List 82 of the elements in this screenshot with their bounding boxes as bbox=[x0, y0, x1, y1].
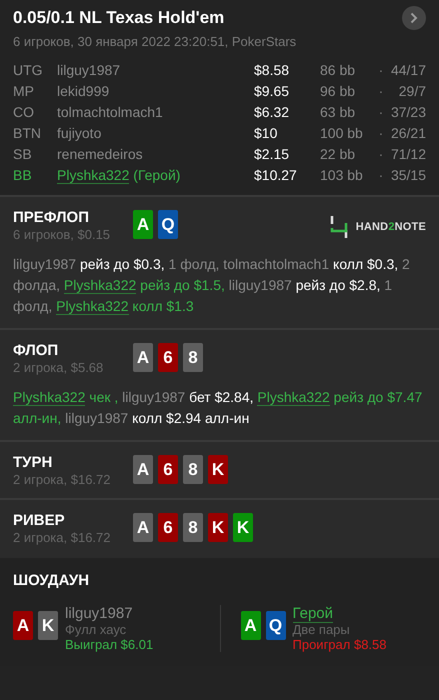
playing-card: A bbox=[133, 513, 153, 542]
playing-card: Q bbox=[266, 611, 286, 640]
playing-card: A bbox=[133, 343, 153, 372]
player-name: fujiyoto bbox=[57, 124, 102, 143]
playing-card: K bbox=[233, 513, 253, 542]
action-log: Plyshka322 чек , lilguy1987 бет $2.84, Plyshka322 рейз до $7.47 алл-ин, lilguy1987 колл $2.94 алл-ин bbox=[13, 388, 424, 428]
separator-dot: · bbox=[378, 145, 384, 164]
stack-amount: $8.58 bbox=[254, 61, 290, 80]
position-label: UTG bbox=[13, 61, 44, 80]
street-info: 2 игрока, $16.72 bbox=[13, 472, 112, 487]
stack-bb: 86 bb bbox=[320, 61, 356, 80]
separator-dot: · bbox=[378, 103, 384, 122]
hero-label: (Герой) bbox=[132, 167, 180, 183]
player-link[interactable]: Plyshka322 bbox=[13, 389, 86, 406]
street-title: ПРЕФЛОП bbox=[13, 209, 90, 226]
playing-card: A bbox=[13, 611, 33, 640]
stack-bb: 103 bb bbox=[320, 166, 364, 185]
player-link[interactable]: Plyshka322 bbox=[64, 277, 136, 294]
player-link[interactable]: Plyshka322 bbox=[257, 389, 330, 406]
player-link[interactable]: Plyshka322 bbox=[56, 298, 129, 315]
player-name: renemedeiros bbox=[57, 145, 144, 164]
street-info: 2 игрока, $16.72 bbox=[13, 530, 112, 545]
stack-amount: $2.15 bbox=[254, 145, 290, 164]
player-name: lilguy1987 bbox=[65, 605, 133, 622]
player-link[interactable]: Герой bbox=[292, 605, 334, 623]
playing-card: K bbox=[208, 455, 228, 484]
next-button[interactable] bbox=[402, 6, 426, 30]
player-name: tolmachtolmach1 bbox=[57, 103, 164, 122]
chevron-right-icon bbox=[410, 12, 418, 24]
street-info: 6 игроков, $0.15 bbox=[13, 227, 112, 242]
action-log: lilguy1987 рейз до $0.3, 1 фолд, tolmachtolmach1 колл $0.3, 2 фолда, Plyshka322 рейз до $1.5, lilguy1987 рейз до $2.8, 1 фолд, Plyshka322 колл $1.3 bbox=[13, 255, 411, 317]
showdown-title: ШОУДАУН bbox=[13, 572, 90, 589]
stack-bb: 96 bb bbox=[320, 82, 356, 101]
position-label: SB bbox=[13, 145, 33, 164]
separator-dot: · bbox=[378, 124, 384, 143]
street-title: ФЛОП bbox=[13, 342, 60, 359]
player-link[interactable]: Plyshka322 bbox=[57, 167, 130, 184]
playing-card: Q bbox=[158, 210, 178, 239]
playing-card: K bbox=[38, 611, 58, 640]
street-title: РИВЕР bbox=[13, 512, 66, 529]
player-stats: 35/15 bbox=[390, 166, 426, 185]
position-label: BB bbox=[13, 166, 33, 185]
player-stats: 26/21 bbox=[390, 124, 426, 143]
street-info: 2 игрока, $5.68 bbox=[13, 360, 104, 375]
street-title: ТУРН bbox=[13, 454, 54, 471]
stack-bb: 22 bb bbox=[320, 145, 356, 164]
separator-dot: · bbox=[378, 61, 384, 80]
player-stats: 37/23 bbox=[390, 103, 426, 122]
result-amount: Выиграл $6.01 bbox=[65, 637, 154, 652]
hand-rank: Фулл хаус bbox=[65, 622, 128, 637]
position-label: BTN bbox=[13, 124, 42, 143]
stack-amount: $10 bbox=[254, 124, 278, 143]
stack-amount: $10.27 bbox=[254, 166, 298, 185]
position-label: CO bbox=[13, 103, 35, 122]
hand-rank: Две пары bbox=[292, 622, 351, 637]
stack-bb: 100 bb bbox=[320, 124, 364, 143]
playing-card: K bbox=[208, 513, 228, 542]
logo-text: HAND2NOTE bbox=[356, 221, 426, 233]
player-stats: 71/12 bbox=[390, 145, 426, 164]
result-amount: Проиграл $8.58 bbox=[292, 637, 386, 652]
separator-dot: · bbox=[378, 166, 384, 185]
player-stats: 44/17 bbox=[390, 61, 426, 80]
playing-card: A bbox=[240, 611, 260, 640]
playing-card: 6 bbox=[158, 455, 178, 484]
playing-card: 8 bbox=[183, 513, 203, 542]
stack-amount: $6.32 bbox=[254, 103, 290, 122]
position-label: MP bbox=[13, 82, 35, 101]
playing-card: 6 bbox=[158, 513, 178, 542]
logo-icon bbox=[330, 215, 348, 239]
stack-bb: 63 bb bbox=[320, 103, 356, 122]
hand-info: 6 игроков, 30 января 2022 23:20:51, PokerStars bbox=[13, 34, 298, 49]
playing-card: A bbox=[133, 210, 153, 239]
hand-title: 0.05/0.1 NL Texas Hold'em bbox=[13, 8, 224, 28]
playing-card: 8 bbox=[183, 343, 203, 372]
player-name: lekid999 bbox=[57, 82, 110, 101]
playing-card: 6 bbox=[158, 343, 178, 372]
player-stats: 29/7 bbox=[398, 82, 426, 101]
playing-card: 8 bbox=[183, 455, 203, 484]
stack-amount: $9.65 bbox=[254, 82, 290, 101]
separator-dot: · bbox=[378, 82, 384, 101]
player-name: lilguy1987 bbox=[57, 61, 122, 80]
playing-card: A bbox=[133, 455, 153, 484]
